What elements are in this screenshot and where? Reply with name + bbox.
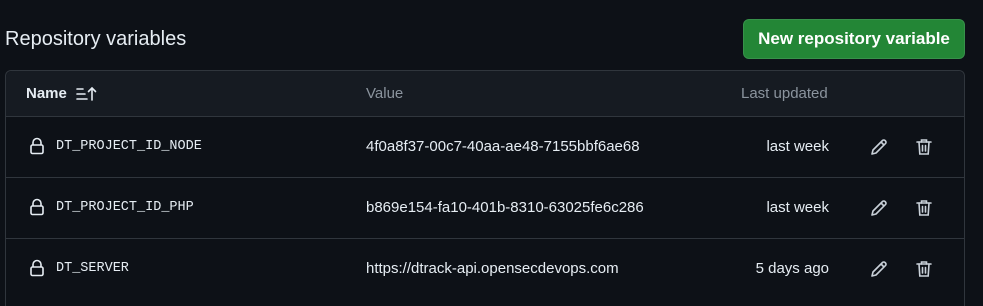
trash-icon [916, 261, 932, 277]
delete-variable-button[interactable] [912, 196, 936, 220]
variable-name: DT_PROJECT_ID_NODE [56, 139, 202, 154]
variable-last-updated: last week [766, 138, 829, 155]
variable-value: https://dtrack-api.opensecdevops.com [366, 260, 619, 277]
pencil-icon [871, 200, 887, 216]
table-row: DT_SERVER https://dtrack-api.opensecdevo… [6, 239, 964, 299]
delete-variable-button[interactable] [912, 257, 936, 281]
trash-icon [916, 200, 932, 216]
lock-icon [28, 137, 46, 155]
column-header-last-updated: Last updated [741, 85, 828, 102]
column-header-value: Value [366, 85, 404, 102]
variable-name: DT_SERVER [56, 261, 129, 276]
variable-name: DT_PROJECT_ID_PHP [56, 200, 194, 215]
column-header-name[interactable]: Name [26, 85, 97, 102]
variable-value: b869e154-fa10-401b-8310-63025fe6c286 [366, 199, 644, 216]
edit-variable-button[interactable] [867, 257, 891, 281]
column-name-label: Name [26, 85, 67, 102]
pencil-icon [871, 261, 887, 277]
sort-ascending-icon[interactable] [75, 86, 97, 102]
lock-icon [28, 259, 46, 277]
variable-last-updated: 5 days ago [755, 260, 829, 277]
new-repository-variable-button[interactable]: New repository variable [743, 19, 965, 59]
variables-table: Name Value Last updated DT_PROJECT_ID_NO… [5, 70, 965, 306]
table-row: DT_PROJECT_ID_NODE 4f0a8f37-00c7-40aa-ae… [6, 117, 964, 178]
variable-last-updated: last week [766, 199, 829, 216]
trash-icon [916, 139, 932, 155]
pencil-icon [871, 139, 887, 155]
section-title: Repository variables [5, 28, 187, 50]
variable-value: 4f0a8f37-00c7-40aa-ae48-7155bbf6ae68 [366, 138, 640, 155]
table-header: Name Value Last updated [6, 71, 964, 117]
delete-variable-button[interactable] [912, 135, 936, 159]
edit-variable-button[interactable] [867, 135, 891, 159]
repository-variables-page: Repository variables New repository vari… [0, 0, 983, 306]
edit-variable-button[interactable] [867, 196, 891, 220]
section-header: Repository variables New repository vari… [0, 18, 983, 60]
table-row: DT_PROJECT_ID_PHP b869e154-fa10-401b-831… [6, 178, 964, 239]
lock-icon [28, 198, 46, 216]
